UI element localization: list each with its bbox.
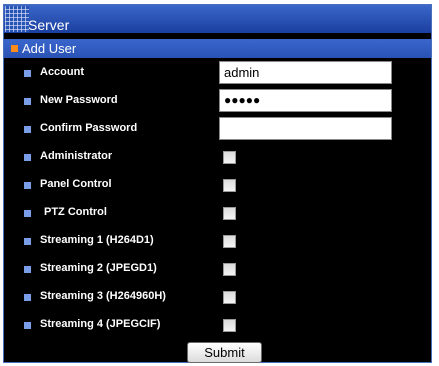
streaming-1-row: Streaming 1 (H264D1) bbox=[4, 229, 431, 253]
panel-control-row: Panel Control bbox=[4, 173, 431, 197]
ptz-control-checkbox[interactable] bbox=[223, 207, 236, 220]
bullet-icon bbox=[24, 266, 31, 273]
window-title: Server bbox=[28, 17, 70, 33]
bullet-icon bbox=[24, 294, 31, 301]
streaming-2-label: Streaming 2 (JPEGD1) bbox=[40, 262, 157, 274]
new-password-input[interactable]: ●●●●● bbox=[219, 89, 392, 112]
account-input[interactable]: admin bbox=[219, 61, 392, 84]
confirm-password-label: Confirm Password bbox=[40, 122, 138, 134]
streaming-3-row: Streaming 3 (H264960H) bbox=[4, 285, 431, 309]
bullet-icon bbox=[24, 154, 31, 161]
ptz-control-label: PTZ Control bbox=[44, 206, 107, 218]
streaming-4-label: Streaming 4 (JPEGCIF) bbox=[40, 318, 161, 330]
bullet-icon bbox=[24, 210, 31, 217]
administrator-row: Administrator bbox=[4, 145, 431, 169]
account-row: Account admin bbox=[4, 61, 431, 85]
submit-button[interactable]: Submit bbox=[187, 342, 262, 363]
section-header: Add User bbox=[4, 39, 431, 58]
confirm-password-input[interactable] bbox=[219, 117, 392, 140]
grid-icon bbox=[5, 6, 29, 32]
bullet-icon bbox=[24, 322, 31, 329]
streaming-4-row: Streaming 4 (JPEGCIF) bbox=[4, 313, 431, 337]
streaming-2-row: Streaming 2 (JPEGD1) bbox=[4, 257, 431, 281]
bullet-icon bbox=[24, 182, 31, 189]
server-panel: Server Add User Account admin New Passwo… bbox=[3, 4, 432, 363]
streaming-1-label: Streaming 1 (H264D1) bbox=[40, 234, 154, 246]
streaming-3-checkbox[interactable] bbox=[223, 291, 236, 304]
section-title: Add User bbox=[22, 41, 77, 56]
bullet-icon bbox=[24, 70, 31, 77]
panel-control-checkbox[interactable] bbox=[223, 179, 236, 192]
bullet-icon bbox=[24, 98, 31, 105]
account-label: Account bbox=[40, 66, 84, 78]
section-bullet-icon bbox=[11, 45, 18, 52]
new-password-label: New Password bbox=[40, 94, 118, 106]
administrator-checkbox[interactable] bbox=[223, 151, 236, 164]
streaming-1-checkbox[interactable] bbox=[223, 235, 236, 248]
bullet-icon bbox=[24, 238, 31, 245]
streaming-3-label: Streaming 3 (H264960H) bbox=[40, 290, 166, 302]
streaming-4-checkbox[interactable] bbox=[223, 319, 236, 332]
confirm-password-row: Confirm Password bbox=[4, 117, 431, 141]
title-bar: Server bbox=[4, 5, 431, 33]
bullet-icon bbox=[24, 126, 31, 133]
new-password-row: New Password ●●●●● bbox=[4, 89, 431, 113]
administrator-label: Administrator bbox=[40, 150, 113, 162]
ptz-control-row: PTZ Control bbox=[4, 201, 431, 225]
streaming-2-checkbox[interactable] bbox=[223, 263, 236, 276]
panel-control-label: Panel Control bbox=[40, 178, 112, 190]
